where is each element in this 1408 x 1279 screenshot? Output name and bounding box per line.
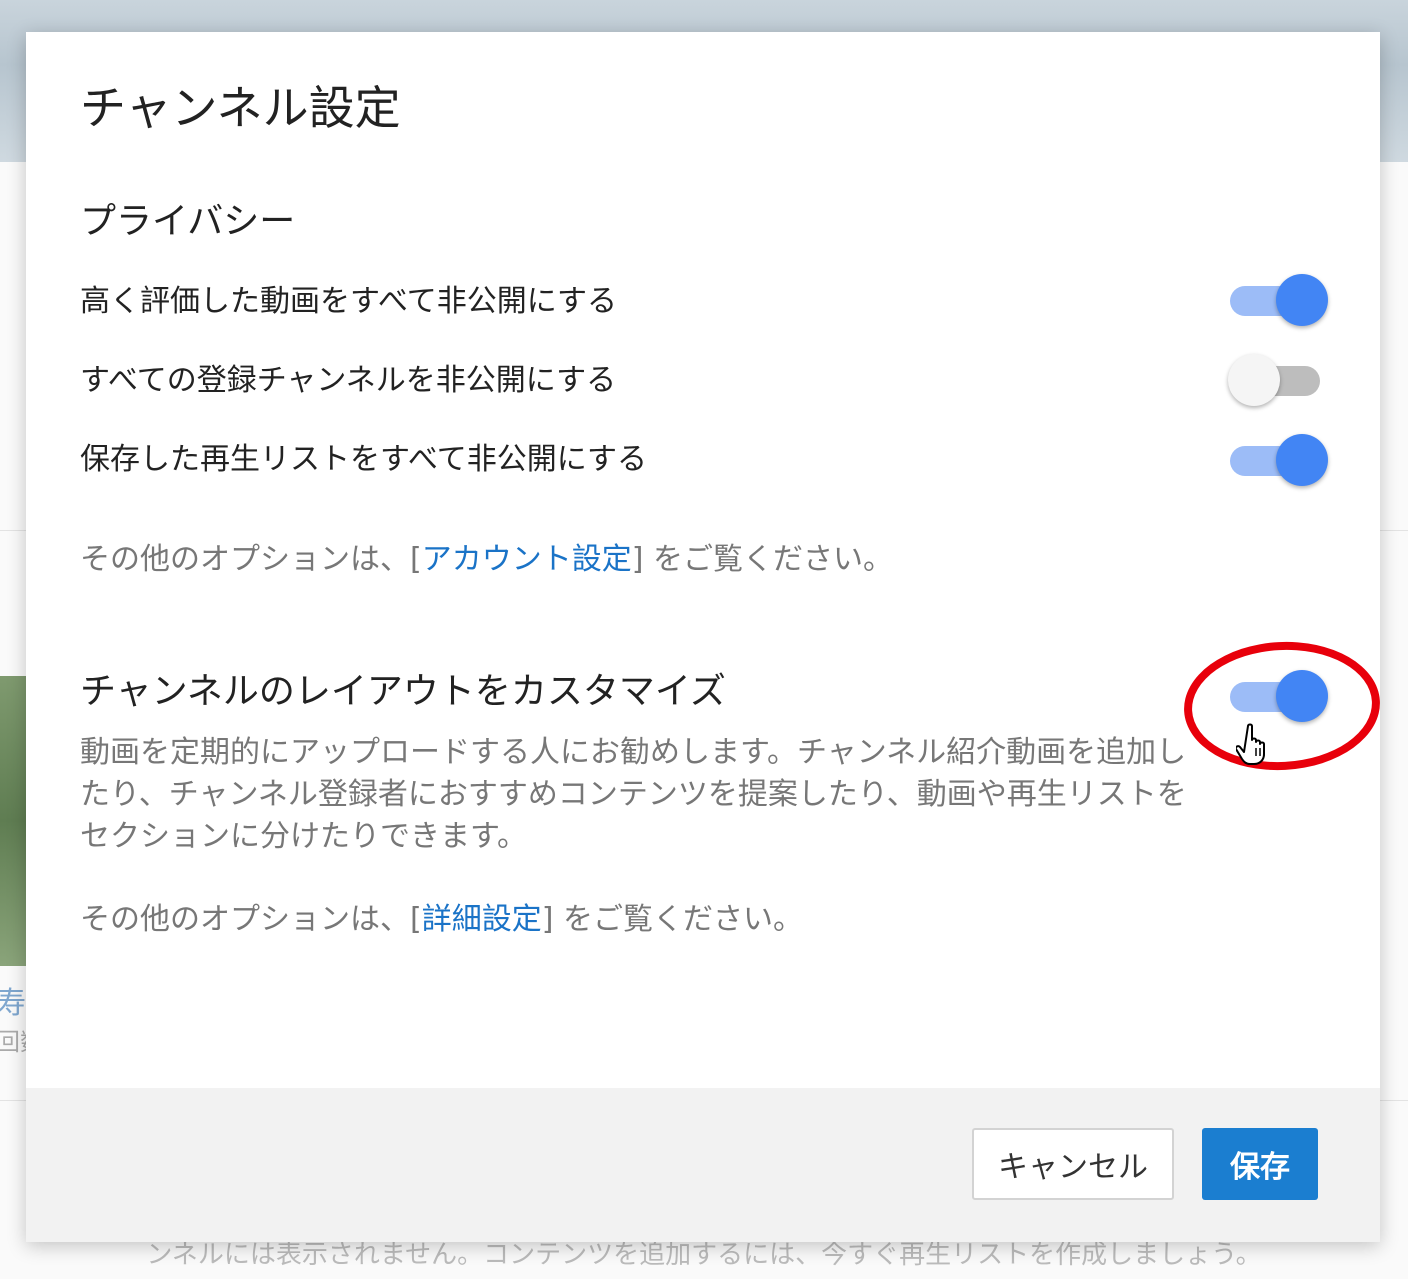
channel-settings-dialog: チャンネル設定 プライバシー 高く評価した動画をすべて非公開にする すべての登録… — [26, 32, 1384, 1242]
note-prefix: その他のオプションは、[ — [80, 542, 422, 577]
privacy-subscriptions-toggle[interactable] — [1228, 354, 1326, 406]
save-button[interactable]: 保存 — [1202, 1128, 1318, 1200]
video-title-fragment[interactable]: 寿 — [0, 978, 26, 1022]
hand-pointer-icon — [1236, 723, 1265, 765]
dialog-title: チャンネル設定 — [80, 81, 401, 135]
note-suffix: ] をご覧ください。 — [631, 542, 893, 577]
privacy-liked-videos-label: 高く評価した動画をすべて非公開にする — [80, 284, 617, 319]
layout-customize-heading: チャンネルのレイアウトをカスタマイズ — [80, 671, 726, 712]
toggle-knob — [1228, 354, 1280, 406]
toggle-knob — [1276, 274, 1328, 326]
privacy-saved-playlists-label: 保存した再生リストをすべて非公開にする — [80, 442, 647, 477]
layout-customize-description: 動画を定期的にアップロードする人にお勧めします。チャンネル紹介動画を追加したり、… — [80, 735, 1187, 854]
layout-more-options-note: その他のオプションは、[詳細設定] をご覧ください。 — [80, 894, 803, 938]
video-thumbnail[interactable] — [0, 676, 26, 966]
privacy-saved-playlists-toggle[interactable] — [1230, 434, 1328, 486]
note-prefix: その他のオプションは、[ — [80, 902, 422, 937]
account-settings-link[interactable]: アカウント設定 — [422, 542, 632, 577]
privacy-more-options-note: その他のオプションは、[アカウント設定] をご覧ください。 — [80, 534, 893, 578]
toggle-knob — [1276, 434, 1328, 486]
privacy-heading: プライバシー — [80, 201, 296, 242]
highlight-circle — [1180, 636, 1384, 776]
privacy-subscriptions-label: すべての登録チャンネルを非公開にする — [80, 363, 617, 398]
privacy-liked-videos-toggle[interactable] — [1230, 274, 1328, 326]
dialog-footer: キャンセル 保存 — [26, 1088, 1380, 1242]
advanced-settings-link[interactable]: 詳細設定 — [422, 902, 542, 937]
note-suffix: ] をご覧ください。 — [541, 902, 803, 937]
cancel-button[interactable]: キャンセル — [972, 1128, 1174, 1200]
